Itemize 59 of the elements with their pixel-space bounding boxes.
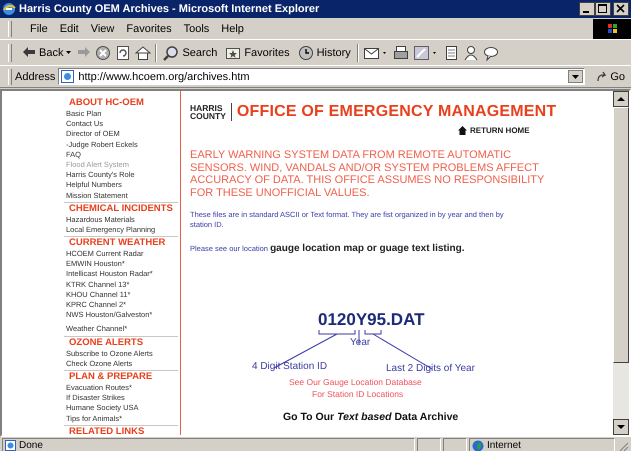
printer-icon[interactable] bbox=[392, 44, 409, 60]
section-heading: PLAN & PREPARE bbox=[68, 370, 152, 383]
file-name: 0120Y95.DAT bbox=[318, 310, 424, 330]
scrollbar-thumb[interactable] bbox=[613, 107, 629, 363]
close-button[interactable] bbox=[613, 2, 629, 16]
home-icon bbox=[458, 126, 467, 135]
speech-bubble-icon[interactable] bbox=[482, 44, 499, 60]
gauge-link[interactable]: gauge location map or guage text listing. bbox=[270, 243, 465, 254]
windows-logo-icon bbox=[593, 19, 631, 39]
address-field[interactable]: http://www.hcoem.org/archives.htm bbox=[58, 68, 586, 85]
go-arrow-icon bbox=[596, 70, 608, 82]
history-icon bbox=[298, 44, 314, 60]
search-button[interactable]: Search bbox=[161, 42, 220, 62]
stop-icon[interactable] bbox=[95, 44, 112, 60]
page-icon bbox=[5, 440, 16, 451]
go-button[interactable]: Go bbox=[594, 70, 627, 82]
menu-item[interactable]: Edit bbox=[56, 23, 84, 35]
return-home-link[interactable]: RETURN HOME bbox=[458, 126, 530, 135]
resize-grip-icon bbox=[617, 440, 629, 451]
browser-icon bbox=[2, 2, 16, 16]
section-heading: RELATED LINKS bbox=[68, 426, 144, 435]
year-digits-label: Last 2 Digits of Year bbox=[386, 363, 475, 374]
database-link[interactable]: See Our Gauge Location Database bbox=[289, 377, 422, 387]
globe-icon bbox=[472, 440, 484, 451]
menu-item[interactable]: Tools bbox=[180, 23, 214, 35]
status-text: Done bbox=[19, 440, 43, 451]
menu-item[interactable]: File bbox=[26, 23, 53, 35]
menu-item[interactable]: View bbox=[86, 23, 120, 35]
maximize-button[interactable] bbox=[595, 2, 611, 16]
warning-text: EARLY WARNING SYSTEM DATA FROM REMOTE AUTOMATIC SENSORS. WIND, VANDALS AND/OR SYSTEM PROBLEMS AFFECT ACCURACY OF DATA. THIS OFFICE ASSUMES NO RESPONSIBILITY FOR THESE UNOFFICIAL VALUES. bbox=[190, 149, 546, 199]
window-title: Harris County OEM Archives - Microsoft Internet Explorer bbox=[19, 3, 320, 15]
search-icon bbox=[163, 44, 180, 60]
archive-link[interactable]: Go To Our Text based Data Archive bbox=[283, 411, 613, 423]
page-title: OFFICE OF EMERGENCY MANAGEMENT bbox=[236, 103, 556, 121]
dropdown-arrow-icon bbox=[66, 51, 72, 54]
folder-star-button[interactable]: Favorites bbox=[223, 42, 292, 62]
zone-label: Internet bbox=[487, 440, 521, 451]
station-id-label: 4 Digit Station ID bbox=[252, 361, 328, 372]
menu-item[interactable]: Favorites bbox=[122, 23, 177, 35]
section-heading: CHEMICAL INCIDENTS bbox=[68, 202, 173, 215]
address-label: Address bbox=[15, 70, 56, 82]
menu-item[interactable]: Help bbox=[217, 23, 249, 35]
page-icon bbox=[61, 70, 74, 83]
county-logo: HARRIS COUNTY bbox=[190, 103, 232, 121]
home-icon[interactable] bbox=[135, 44, 152, 60]
minimize-button[interactable] bbox=[579, 2, 595, 16]
history-button[interactable]: History bbox=[296, 42, 353, 62]
scroll-down-button[interactable] bbox=[613, 419, 629, 435]
dropdown-button[interactable] bbox=[568, 70, 584, 83]
edit-icon[interactable] bbox=[412, 44, 439, 60]
scroll-up-button[interactable] bbox=[613, 91, 629, 107]
refresh-icon[interactable] bbox=[115, 44, 132, 60]
people-icon[interactable] bbox=[462, 44, 479, 60]
section-heading: ABOUT HC-OEM bbox=[68, 97, 144, 109]
back-arrow-button[interactable]: Back bbox=[20, 42, 74, 62]
section-heading: CURRENT WEATHER bbox=[68, 237, 166, 250]
section-heading: OZONE ALERTS bbox=[68, 336, 144, 349]
year-label: Year bbox=[350, 337, 370, 348]
database-link[interactable]: For Station ID Locations bbox=[312, 389, 404, 399]
